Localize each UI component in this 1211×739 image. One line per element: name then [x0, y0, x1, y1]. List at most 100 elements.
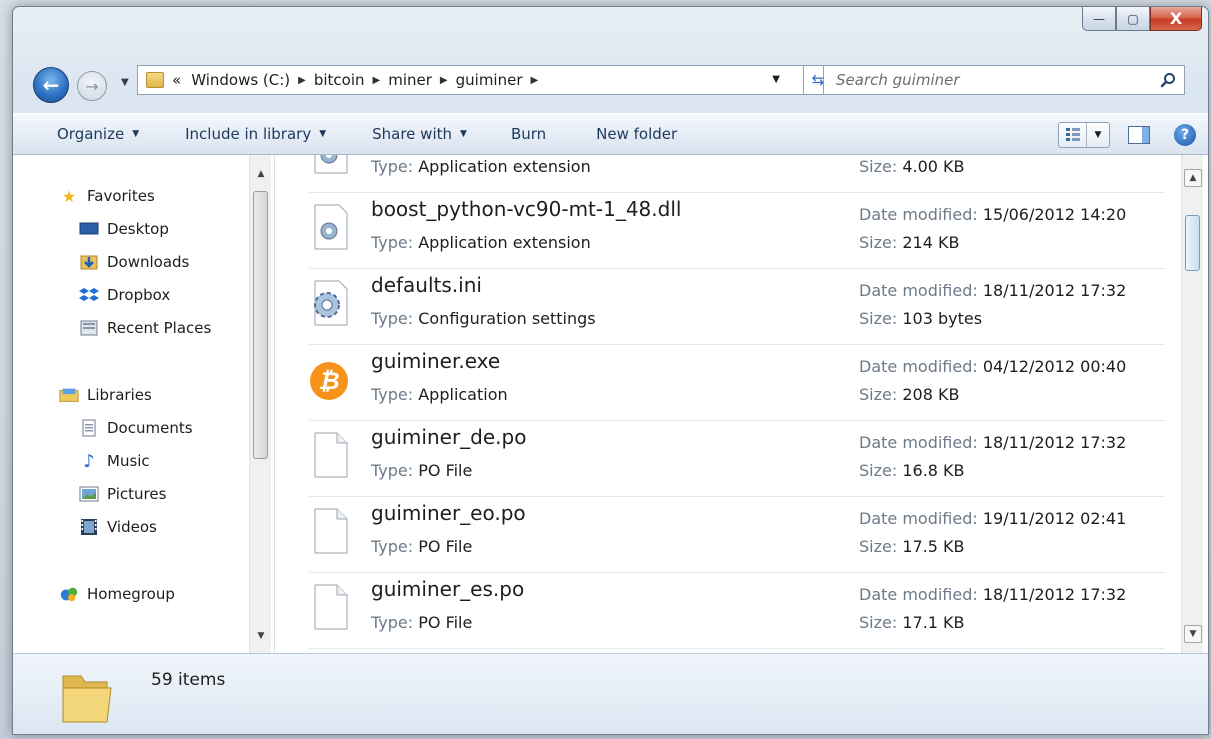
organize-label: Organize — [57, 125, 125, 143]
file-list-scrollbar[interactable]: ▲ ▼ — [1181, 155, 1203, 653]
caption-buttons: — ▢ X — [1082, 7, 1202, 33]
share-with-menu[interactable]: Share with ▼ — [342, 114, 483, 154]
search-box[interactable] — [823, 65, 1185, 95]
nav-label: Music — [107, 452, 150, 470]
navigation-pane: ★ Favorites Desktop Downloads Dropbox Re… — [13, 155, 275, 653]
downloads-icon — [79, 253, 99, 271]
nav-label: Pictures — [107, 485, 167, 503]
address-row: ← → ▼ « Windows (C:) ▶ bitcoin ▶ miner ▶… — [13, 65, 1208, 103]
nav-item-homegroup[interactable]: Homegroup — [59, 585, 175, 603]
dll-gear-icon — [314, 155, 348, 174]
minimize-button[interactable]: — — [1082, 7, 1116, 31]
chevron-down-icon[interactable]: ▼ — [1087, 130, 1109, 140]
nav-label: Downloads — [107, 253, 190, 271]
breadcrumb-item-guiminer[interactable]: guiminer — [456, 71, 523, 89]
nav-item-music[interactable]: ♪ Music — [79, 451, 150, 472]
share-with-label: Share with — [372, 125, 453, 143]
scroll-down-icon[interactable]: ▼ — [1184, 625, 1202, 643]
blank-file-icon — [314, 584, 348, 630]
help-icon[interactable]: ? — [1174, 124, 1196, 146]
file-list: Type: Application extension Size: 4.00 K… — [283, 155, 1177, 653]
nav-item-dropbox[interactable]: Dropbox — [79, 286, 170, 304]
new-folder-button[interactable]: New folder — [562, 114, 693, 154]
nav-item-recent-places[interactable]: Recent Places — [79, 319, 211, 337]
chevron-down-icon: ▼ — [460, 129, 467, 139]
change-view-button[interactable]: ▼ — [1058, 122, 1110, 148]
libraries-icon — [59, 386, 79, 404]
file-type: Type: PO File — [371, 613, 473, 632]
file-size: Size: 17.1 KB — [859, 613, 965, 632]
nav-label: Documents — [107, 419, 193, 437]
nav-label: Dropbox — [107, 286, 171, 304]
nav-item-downloads[interactable]: Downloads — [79, 253, 189, 271]
nav-label: Videos — [107, 518, 157, 536]
navigation-pane-scrollbar[interactable]: ▲ ▼ — [249, 155, 271, 653]
nav-item-libraries[interactable]: Libraries — [59, 386, 152, 404]
breadcrumb-separator-icon[interactable]: ▶ — [373, 75, 381, 86]
breadcrumb-item-bitcoin[interactable]: bitcoin — [314, 71, 365, 89]
recent-pages-dropdown[interactable]: ▼ — [121, 77, 129, 88]
file-row[interactable]: guiminer_eo.po Type: PO File Date modifi… — [309, 497, 1165, 573]
organize-menu[interactable]: Organize ▼ — [13, 114, 155, 154]
item-count: 59 items — [151, 670, 226, 690]
details-view-icon[interactable] — [1059, 123, 1087, 147]
breadcrumb-separator-icon[interactable]: ▶ — [298, 75, 306, 86]
nav-item-favorites[interactable]: ★ Favorites — [59, 186, 155, 206]
back-arrow-icon: ← — [42, 73, 60, 97]
maximize-button[interactable]: ▢ — [1116, 7, 1150, 31]
nav-item-desktop[interactable]: Desktop — [79, 220, 169, 238]
blank-file-icon — [314, 508, 348, 554]
file-row[interactable]: guiminer_de.po Type: PO File Date modifi… — [309, 421, 1165, 497]
scroll-thumb[interactable] — [1185, 215, 1200, 271]
nav-label: Homegroup — [87, 585, 175, 603]
blank-file-icon — [314, 432, 348, 478]
file-name: boost_python-vc90-mt-1_48.dll — [371, 197, 682, 221]
chevron-down-icon: ▼ — [132, 129, 140, 139]
folder-icon — [62, 675, 112, 723]
scroll-down-icon[interactable]: ▼ — [250, 631, 272, 641]
chevron-down-icon: ▼ — [319, 129, 327, 139]
burn-button[interactable]: Burn — [483, 114, 562, 154]
file-name: guiminer.exe — [371, 349, 501, 373]
back-button[interactable]: ← — [33, 67, 69, 103]
nav-item-videos[interactable]: Videos — [79, 518, 157, 536]
file-name: defaults.ini — [371, 273, 482, 297]
scroll-up-icon[interactable]: ▲ — [1184, 169, 1202, 187]
breadcrumb-separator-icon[interactable]: ▶ — [440, 75, 448, 86]
file-row[interactable]: boost_python-vc90-mt-1_48.dll Type: Appl… — [309, 193, 1165, 269]
burn-label: Burn — [510, 125, 547, 143]
file-date-modified: Date modified: 19/11/2012 02:41 — [859, 509, 1127, 528]
breadcrumb-separator-icon[interactable]: ▶ — [531, 75, 539, 86]
file-date-modified: Date modified: 18/11/2012 17:32 — [859, 281, 1127, 300]
preview-pane-icon[interactable] — [1128, 126, 1150, 144]
search-icon[interactable] — [1160, 72, 1176, 88]
file-row[interactable]: defaults.ini Type: Configuration setting… — [309, 269, 1165, 345]
file-row[interactable]: Type: Application extension Size: 4.00 K… — [309, 155, 1165, 193]
nav-item-pictures[interactable]: Pictures — [79, 485, 166, 503]
pictures-icon — [79, 485, 99, 503]
view-controls: ▼ ? — [1058, 122, 1196, 148]
forward-button[interactable]: → — [77, 71, 107, 101]
breadcrumb-overflow[interactable]: « — [172, 71, 181, 89]
breadcrumb-item-miner[interactable]: miner — [388, 71, 432, 89]
dropbox-icon — [79, 286, 99, 304]
close-button[interactable]: X — [1150, 7, 1202, 31]
forward-arrow-icon: → — [85, 76, 99, 96]
nav-label: Favorites — [87, 187, 155, 205]
videos-icon — [79, 518, 99, 536]
scroll-up-icon[interactable]: ▲ — [250, 169, 272, 179]
desktop-icon — [79, 220, 99, 238]
address-bar[interactable]: « Windows (C:) ▶ bitcoin ▶ miner ▶ guimi… — [137, 65, 809, 95]
file-row[interactable]: ₿ guiminer.exe Type: Application Date mo… — [309, 345, 1165, 421]
scroll-thumb[interactable] — [253, 191, 268, 459]
file-type: Type: Application extension — [371, 233, 591, 252]
dll-gear-icon — [314, 204, 348, 250]
star-icon: ★ — [61, 186, 77, 206]
include-in-library-menu[interactable]: Include in library ▼ — [155, 114, 342, 154]
file-name: guiminer_de.po — [371, 425, 527, 449]
address-history-dropdown-icon[interactable]: ▼ — [772, 74, 780, 85]
breadcrumb-item-windows-c[interactable]: Windows (C:) — [191, 71, 290, 89]
file-row[interactable]: guiminer_es.po Type: PO File Date modifi… — [309, 573, 1165, 649]
nav-item-documents[interactable]: Documents — [79, 419, 193, 437]
search-input[interactable] — [836, 71, 1136, 89]
